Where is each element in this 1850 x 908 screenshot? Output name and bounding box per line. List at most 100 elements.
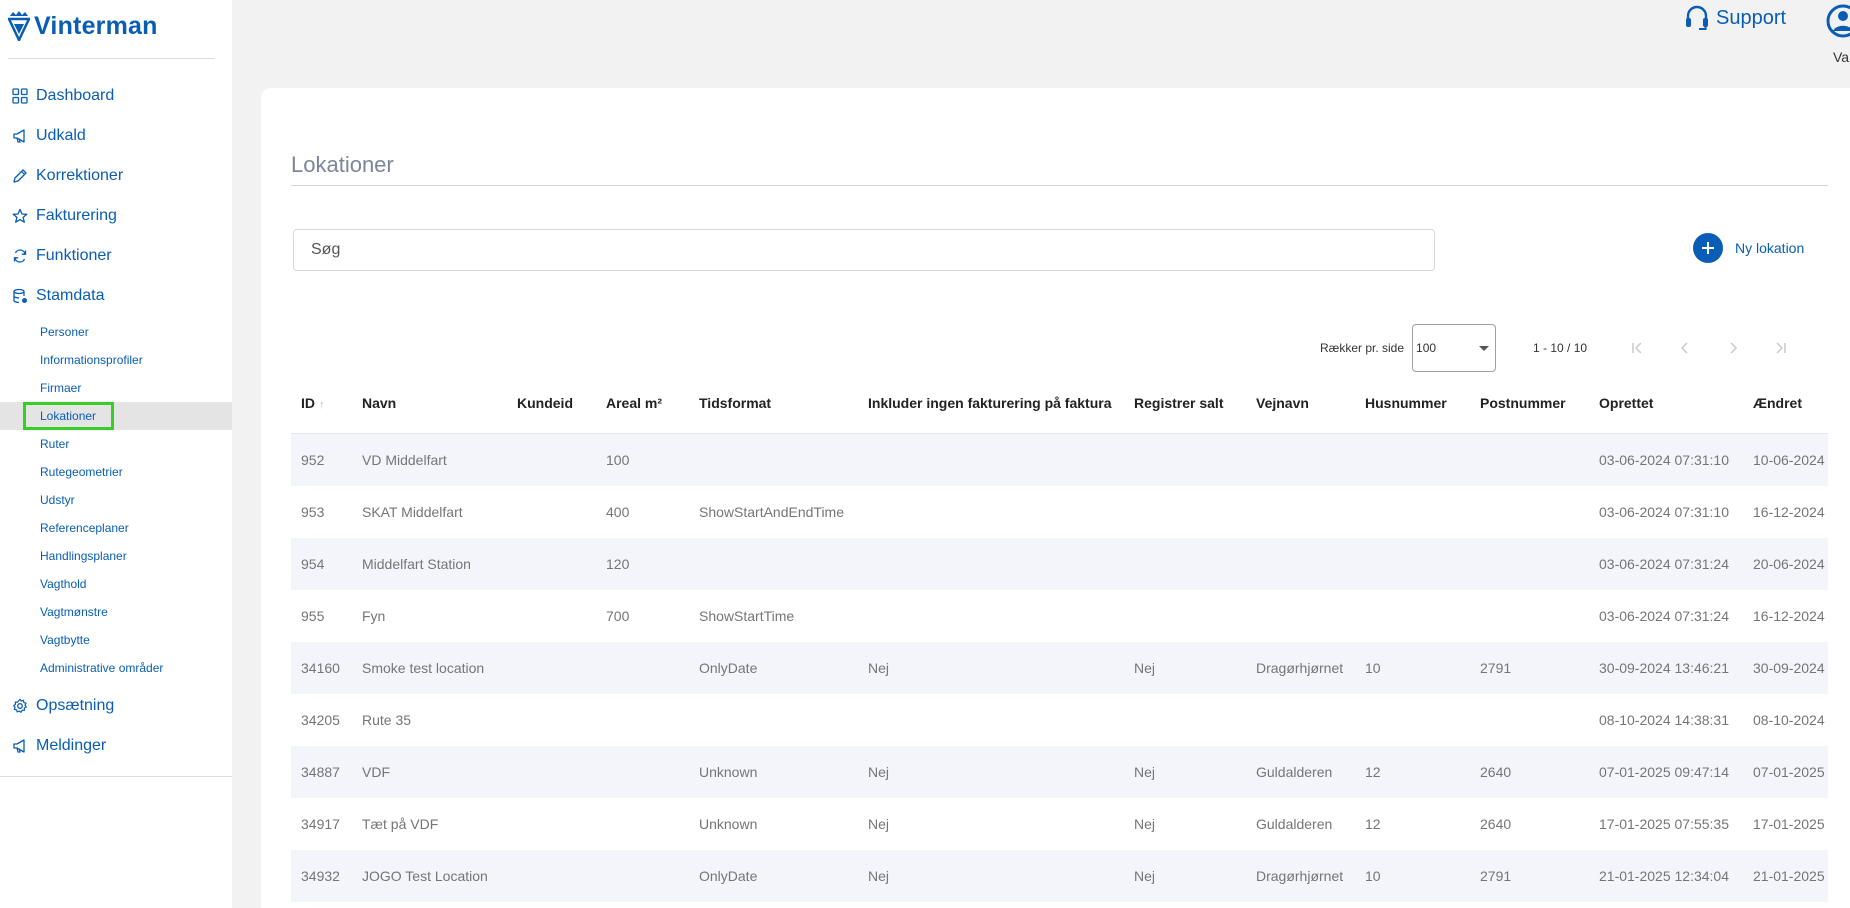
- nav-label: Funktioner: [36, 247, 112, 264]
- column-header-label: Vejnavn: [1256, 394, 1309, 411]
- nav-label: Udkald: [36, 127, 86, 144]
- search-input[interactable]: [293, 229, 1435, 271]
- table-row[interactable]: 953 SKAT Middelfart 400 ShowStartAndEndTime…: [291, 486, 1828, 538]
- nav-korrektioner[interactable]: Korrektioner: [0, 156, 232, 196]
- col-vejnavn-cell: Dragørhjørnet: [1256, 660, 1344, 676]
- sidebar-item-handlingsplaner[interactable]: Handlingsplaner: [0, 542, 232, 570]
- table-row[interactable]: 955 Fyn 700 ShowStartTime 03-06-2024 07:31:2…: [291, 590, 1828, 642]
- sidebar-item-ruter[interactable]: Ruter: [0, 430, 232, 458]
- col-tidsformat-cell: OnlyDate: [699, 660, 758, 676]
- table-row[interactable]: 952 VD Middelfart 100 03-06-2024 07:31:10 10…: [291, 434, 1828, 486]
- col-areal-header[interactable]: Areal m²: [596, 395, 689, 411]
- col-aendret-cell: 17-01-2025: [1753, 816, 1825, 832]
- sidebar-item-informationsprofiler[interactable]: Informationsprofiler: [0, 346, 232, 374]
- col-vejnavn-header[interactable]: Vejnavn: [1246, 395, 1355, 411]
- sidebar-item-vagtmonstre[interactable]: Vagtmønstre: [0, 598, 232, 626]
- col-aendret-header[interactable]: Ændret: [1743, 395, 1828, 411]
- first-page-button[interactable]: [1613, 324, 1661, 372]
- col-husnummer-cell: 10: [1365, 868, 1381, 884]
- sidebar-item-vagtbytte[interactable]: Vagtbytte: [0, 626, 232, 654]
- nav-label: Korrektioner: [36, 167, 124, 184]
- sidebar-item-personer[interactable]: Personer: [0, 318, 232, 346]
- rows-per-page-select[interactable]: 100: [1412, 324, 1497, 372]
- support-button[interactable]: Support: [1684, 4, 1786, 32]
- sidebar-item-firmaer[interactable]: Firmaer: [0, 374, 232, 402]
- chevron-left-icon: [1680, 342, 1688, 354]
- nav-funktioner[interactable]: Funktioner: [0, 236, 232, 276]
- col-postnummer-cell: 2640: [1480, 816, 1512, 832]
- table-row[interactable]: 34887 VDF Unknown Nej Nej Guldalderen 12 2640 07…: [291, 746, 1828, 798]
- page-range: 1 - 10 / 10: [1533, 341, 1588, 355]
- previous-page-button[interactable]: [1661, 324, 1709, 372]
- nav-dashboard[interactable]: Dashboard: [0, 76, 232, 116]
- col-oprettet-cell: 03-06-2024 07:31:24: [1599, 556, 1729, 572]
- table-row[interactable]: 34932 JOGO Test Location OnlyDate Nej Nej Dra…: [291, 850, 1828, 902]
- col-aendret-cell: 08-10-2024: [1753, 712, 1825, 728]
- col-tidsformat-cell: Unknown: [699, 764, 758, 780]
- user-name[interactable]: Va: [1833, 49, 1849, 65]
- col-id-header[interactable]: ID ↑: [291, 395, 352, 411]
- col-kundeid-header[interactable]: Kundeid: [507, 395, 596, 411]
- sidebar-item-referenceplaner[interactable]: Referenceplaner: [0, 514, 232, 542]
- col-oprettet-cell: 07-01-2025 09:47:14: [1599, 764, 1729, 780]
- table-row[interactable]: 954 Middelfart Station 120 03-06-2024 07:31…: [291, 538, 1828, 590]
- new-location-button[interactable]: Ny lokation: [1693, 233, 1804, 263]
- column-header-label: Inkluder ingen fakturering på faktura: [868, 394, 1112, 411]
- column-header-label: Ændret: [1753, 394, 1802, 411]
- sidebar-item-lokationer[interactable]: Lokationer: [0, 402, 232, 430]
- table-row[interactable]: 34917 Tæt på VDF Unknown Nej Nej Guldalderen 1…: [291, 798, 1828, 850]
- col-oprettet-cell: 08-10-2024 14:38:31: [1599, 712, 1729, 728]
- user-avatar-icon[interactable]: [1826, 2, 1850, 40]
- next-page-button[interactable]: [1709, 324, 1757, 372]
- sort-arrow-icon[interactable]: ↑: [319, 399, 325, 411]
- sidebar-item-udstyr[interactable]: Udstyr: [0, 486, 232, 514]
- col-areal-cell: 700: [606, 608, 630, 624]
- first-page-icon: [1632, 342, 1642, 354]
- divider: [0, 776, 232, 777]
- col-tidsformat-header[interactable]: Tidsformat: [689, 395, 858, 411]
- col-inkluder-ingen-fakturering-cell: Nej: [868, 764, 890, 780]
- col-registrer-salt-cell: Nej: [1134, 660, 1156, 676]
- col-husnummer-cell: 12: [1365, 764, 1381, 780]
- nav-meldinger[interactable]: Meldinger: [0, 726, 232, 766]
- table-row[interactable]: 34205 Rute 35 08-10-2024 14:38:31 08-10-202…: [291, 694, 1828, 746]
- chevron-down-icon: [1479, 346, 1490, 351]
- col-vejnavn-cell: Guldalderen: [1256, 764, 1333, 780]
- col-oprettet-cell: 03-06-2024 07:31:10: [1599, 504, 1729, 520]
- nav-stamdata[interactable]: Stamdata: [0, 276, 232, 316]
- nav-udkald[interactable]: Udkald: [0, 116, 232, 156]
- col-husnummer-header[interactable]: Husnummer: [1355, 395, 1470, 411]
- col-oprettet-cell: 03-06-2024 07:31:10: [1599, 452, 1729, 468]
- sidebar-item-rutegeometrier[interactable]: Rutegeometrier: [0, 458, 232, 486]
- main-nav: Dashboard Udkald Korrektioner Fakturerin…: [0, 76, 232, 766]
- nav-fakturering[interactable]: Fakturering: [0, 196, 232, 236]
- col-oprettet-cell: 30-09-2024 13:46:21: [1599, 660, 1729, 676]
- col-navn-cell: SKAT Middelfart: [362, 504, 463, 520]
- table-row[interactable]: 34160 Smoke test location OnlyDate Nej Nej Dr…: [291, 642, 1828, 694]
- col-tidsformat-cell: ShowStartTime: [699, 608, 795, 624]
- stamdata-subnav: Personer Informationsprofiler Firmaer Lo…: [0, 316, 232, 686]
- col-registrer-salt-header[interactable]: Registrer salt: [1124, 395, 1246, 411]
- col-postnummer-cell: 2791: [1480, 660, 1512, 676]
- col-navn-cell: VD Middelfart: [362, 452, 447, 468]
- gear-icon: [12, 698, 28, 714]
- nav-label: Opsætning: [36, 697, 115, 714]
- table-header: ID ↑ Navn Kundeid Areal m² Tidsformat Inkluder…: [291, 372, 1828, 434]
- col-id-cell: 952: [301, 452, 325, 468]
- nav-opsaetning[interactable]: Opsætning: [0, 686, 232, 726]
- col-postnummer-cell: 2640: [1480, 764, 1512, 780]
- col-oprettet-header[interactable]: Oprettet: [1589, 395, 1743, 411]
- last-page-button[interactable]: [1757, 324, 1805, 372]
- database-icon: [12, 288, 28, 304]
- col-areal-cell: 120: [606, 556, 630, 572]
- col-areal-cell: 100: [606, 452, 630, 468]
- rows-per-page-label: Rækker pr. side: [1320, 341, 1405, 355]
- sidebar-item-administrative-omrader[interactable]: Administrative områder: [0, 654, 232, 682]
- col-inkluder-ingen-fakturering-header[interactable]: Inkluder ingen fakturering på faktura: [858, 395, 1124, 411]
- divider: [8, 58, 215, 59]
- sidebar-item-vagthold[interactable]: Vagthold: [0, 570, 232, 598]
- col-id-cell: 34205: [301, 712, 340, 728]
- col-navn-header[interactable]: Navn: [352, 395, 507, 411]
- col-postnummer-header[interactable]: Postnummer: [1470, 395, 1589, 411]
- app-logo[interactable]: Vinterman: [8, 6, 158, 46]
